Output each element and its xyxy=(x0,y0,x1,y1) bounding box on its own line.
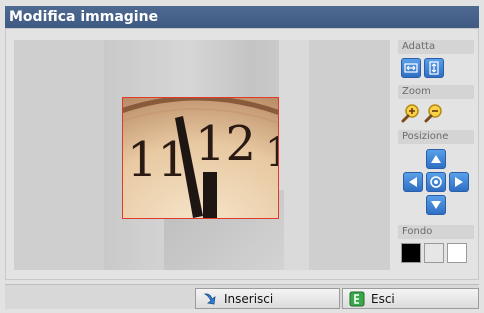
selected-image[interactable]: 11 12 1 xyxy=(122,97,279,219)
fondo-label: Fondo xyxy=(398,225,474,239)
fondo-section: Fondo xyxy=(398,225,474,264)
center-button[interactable] xyxy=(426,172,446,192)
background-color-white[interactable] xyxy=(447,243,467,263)
image-canvas[interactable]: 11 12 1 xyxy=(14,40,390,270)
zoom-out-icon xyxy=(424,104,442,123)
arrow-down-icon xyxy=(431,201,441,209)
zoom-label: Zoom xyxy=(398,85,474,99)
posizione-section: Posizione xyxy=(398,130,474,219)
fit-height-button[interactable] xyxy=(424,58,444,78)
move-down-button[interactable] xyxy=(426,195,446,215)
move-up-button[interactable] xyxy=(426,149,446,169)
exit-icon xyxy=(349,291,365,306)
clock-hand-base xyxy=(203,172,217,218)
fit-width-icon xyxy=(404,63,418,73)
adatta-label: Adatta xyxy=(398,40,474,54)
edit-image-window: Modifica immagine 11 12 1 xyxy=(0,0,484,313)
background-color-black[interactable] xyxy=(401,243,421,263)
window-title: Modifica immagine xyxy=(5,6,479,28)
posizione-label: Posizione xyxy=(398,130,474,144)
clock-numeral-12: 12 xyxy=(195,116,256,172)
move-left-button[interactable] xyxy=(403,172,423,192)
inserisci-label: Inserisci xyxy=(224,291,274,306)
background-color-light-gray[interactable] xyxy=(424,243,444,263)
clock-photo: 11 12 1 xyxy=(123,98,278,218)
inserisci-button[interactable]: Inserisci xyxy=(195,288,340,309)
arrow-right-icon xyxy=(455,177,463,187)
clock-numeral-1: 1 xyxy=(265,130,278,176)
insert-arrow-icon xyxy=(203,292,216,304)
center-icon xyxy=(430,176,442,188)
footer-bar: Inserisci Esci xyxy=(5,284,479,309)
clock-numeral-11: 11 xyxy=(127,132,188,188)
fit-width-button[interactable] xyxy=(401,58,421,78)
zoom-in-button[interactable] xyxy=(401,103,421,123)
zoom-in-icon xyxy=(401,104,419,123)
move-right-button[interactable] xyxy=(449,172,469,192)
fit-height-icon xyxy=(429,61,439,75)
zoom-section: Zoom xyxy=(398,85,474,124)
zoom-out-button[interactable] xyxy=(424,103,444,123)
esci-button[interactable]: Esci xyxy=(342,288,479,309)
adatta-section: Adatta xyxy=(398,40,474,79)
esci-label: Esci xyxy=(371,291,395,306)
arrow-left-icon xyxy=(409,177,417,187)
arrow-up-icon xyxy=(431,155,441,163)
tools-panel: Adatta Zoom Posizione Fondo xyxy=(398,40,474,270)
